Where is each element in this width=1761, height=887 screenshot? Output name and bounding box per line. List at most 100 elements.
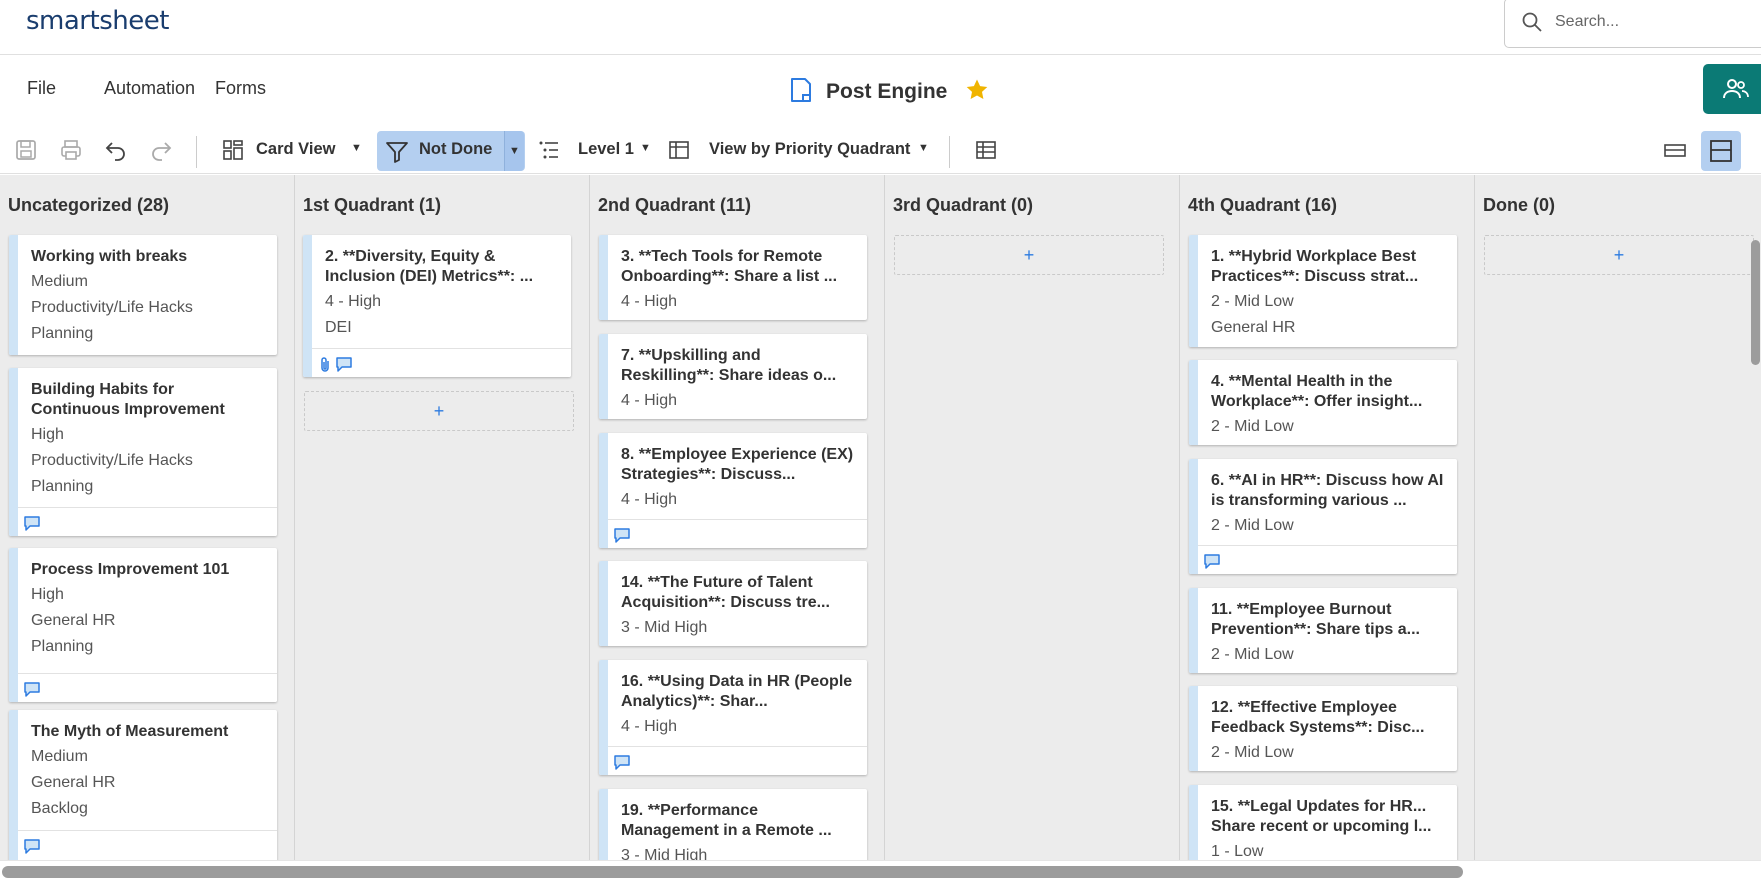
toolbar-divider — [196, 136, 197, 168]
table-icon[interactable] — [666, 137, 692, 163]
card[interactable]: 12. **Effective Employee Feedback System… — [1189, 686, 1457, 771]
card-field: Medium — [31, 273, 88, 290]
card[interactable]: 1. **Hybrid Workplace Best Practices**: … — [1189, 235, 1457, 347]
card-field: DEI — [325, 319, 352, 336]
card[interactable]: 7. **Upskilling and Reskilling**: Share … — [599, 334, 867, 419]
card[interactable]: Process Improvement 101 High General HR … — [9, 548, 277, 702]
add-card-button[interactable]: + — [1484, 235, 1754, 275]
comment-icon[interactable] — [1204, 554, 1220, 574]
grid-view-icon[interactable] — [973, 137, 999, 163]
filter-icon — [385, 140, 409, 169]
card-field: 2 - Mid Low — [1211, 517, 1294, 534]
save-icon[interactable] — [13, 137, 39, 163]
card[interactable]: 14. **The Future of Talent Acquisition**… — [599, 561, 867, 646]
search-box[interactable] — [1504, 0, 1761, 48]
filter-label: Not Done — [419, 140, 493, 158]
menu-automation[interactable]: Automation — [104, 78, 195, 99]
comment-icon[interactable] — [24, 516, 40, 536]
hierarchy-icon[interactable] — [536, 137, 562, 163]
comment-icon[interactable] — [614, 755, 630, 775]
card-color-bar — [599, 235, 608, 320]
card[interactable]: 11. **Employee Burnout Prevention**: Sha… — [1189, 588, 1457, 673]
card-color-bar — [9, 368, 18, 536]
lane-title: 1st Quadrant (1) — [303, 195, 442, 215]
card-color-bar — [599, 561, 608, 646]
toolbar: Card View ▼ Not Done ▼ Level 1 ▼ View by… — [0, 128, 1761, 174]
card-color-bar — [1189, 588, 1198, 673]
smartsheet-logo[interactable]: smartsheet — [26, 6, 169, 36]
comment-icon[interactable] — [614, 528, 630, 548]
vertical-scrollbar[interactable] — [1751, 240, 1760, 365]
card-title: 12. **Effective Employee Feedback System… — [1211, 699, 1425, 736]
level-dropdown[interactable]: Level 1 — [578, 140, 634, 159]
card-field: 1 - Low — [1211, 843, 1264, 860]
card-title: 15. **Legal Updates for HR... Share rece… — [1211, 798, 1432, 835]
card-title: 1. **Hybrid Workplace Best Practices**: … — [1211, 248, 1419, 285]
sheet-title[interactable]: Post Engine — [826, 80, 947, 104]
card-color-bar — [1189, 686, 1198, 771]
menu-file[interactable]: File — [27, 78, 56, 99]
card-title: Building Habits for Continuous Improveme… — [31, 381, 225, 418]
add-card-button[interactable]: + — [894, 235, 1164, 275]
card-color-bar — [599, 789, 608, 860]
card-field: Planning — [31, 638, 94, 655]
comment-icon[interactable] — [336, 357, 352, 377]
print-icon[interactable] — [58, 137, 84, 163]
people-icon — [1723, 78, 1749, 105]
card-field: Medium — [31, 748, 88, 765]
card-title: 19. **Performance Management in a Remote… — [621, 802, 832, 839]
top-bar: smartsheet — [0, 0, 1761, 55]
redo-icon[interactable] — [148, 137, 174, 163]
compact-card-icon[interactable] — [1663, 139, 1689, 163]
card-board: Uncategorized (28) Working with breaks M… — [0, 175, 1761, 860]
card[interactable]: 2. **Diversity, Equity & Inclusion (DEI)… — [303, 235, 571, 377]
lane-title: Done (0) — [1483, 195, 1555, 215]
caret-down-icon[interactable]: ▼ — [918, 142, 929, 154]
card-footer — [18, 507, 277, 536]
card-view-dropdown[interactable]: Card View — [256, 140, 335, 159]
card[interactable]: Working with breaks Medium Productivity/… — [9, 235, 277, 355]
filter-button[interactable]: Not Done — [377, 131, 525, 171]
caret-down-icon[interactable]: ▼ — [351, 142, 362, 154]
card[interactable]: 19. **Performance Management in a Remote… — [599, 789, 867, 860]
lane-done: Done (0) + — [1475, 175, 1761, 860]
undo-icon[interactable] — [103, 137, 129, 163]
card[interactable]: 6. **AI in HR**: Discuss how AI is trans… — [1189, 459, 1457, 574]
card-view-icon[interactable] — [220, 137, 246, 163]
card[interactable]: 16. **Using Data in HR (People Analytics… — [599, 660, 867, 775]
filter-dropdown-button[interactable]: ▼ — [504, 131, 524, 171]
full-card-button[interactable] — [1701, 131, 1741, 171]
add-card-button[interactable]: + — [304, 391, 574, 431]
search-input[interactable] — [1555, 11, 1755, 33]
lane-2nd-quadrant: 2nd Quadrant (11) 3. **Tech Tools for Re… — [590, 175, 885, 860]
card-field: High — [31, 586, 64, 603]
card-footer — [1198, 545, 1457, 574]
card[interactable]: 3. **Tech Tools for Remote Onboarding**:… — [599, 235, 867, 320]
horizontal-scrollbar-track[interactable] — [0, 860, 1761, 887]
menu-forms[interactable]: Forms — [215, 78, 266, 99]
card-title: 3. **Tech Tools for Remote Onboarding**:… — [621, 248, 838, 285]
card[interactable]: Building Habits for Continuous Improveme… — [9, 368, 277, 536]
comment-icon[interactable] — [24, 839, 40, 859]
card[interactable]: 4. **Mental Health in the Workplace**: O… — [1189, 360, 1457, 445]
card[interactable]: 8. **Employee Experience (EX) Strategies… — [599, 433, 867, 548]
app-window: smartsheet File Automation Forms Post En… — [0, 0, 1761, 887]
card-field: 2 - Mid Low — [1211, 418, 1294, 435]
card[interactable]: The Myth of Measurement Medium General H… — [9, 710, 277, 860]
comment-icon[interactable] — [24, 682, 40, 702]
card-field: 4 - High — [325, 293, 382, 310]
lane-title: Uncategorized (28) — [8, 195, 170, 215]
lane-1st-quadrant: 1st Quadrant (1) 2. **Diversity, Equity … — [295, 175, 590, 860]
view-by-dropdown[interactable]: View by Priority Quadrant — [709, 140, 910, 159]
card-color-bar — [1189, 459, 1198, 574]
attachment-icon[interactable] — [318, 357, 332, 377]
lane-title: 2nd Quadrant (11) — [598, 195, 752, 215]
card[interactable]: 15. **Legal Updates for HR... Share rece… — [1189, 785, 1457, 860]
card-title: 14. **The Future of Talent Acquisition**… — [621, 574, 830, 611]
card-color-bar — [599, 433, 608, 548]
horizontal-scrollbar[interactable] — [2, 866, 1463, 878]
star-icon[interactable] — [965, 78, 989, 107]
card-field: Planning — [31, 478, 94, 495]
caret-down-icon[interactable]: ▼ — [640, 142, 651, 154]
share-button[interactable] — [1703, 64, 1761, 114]
